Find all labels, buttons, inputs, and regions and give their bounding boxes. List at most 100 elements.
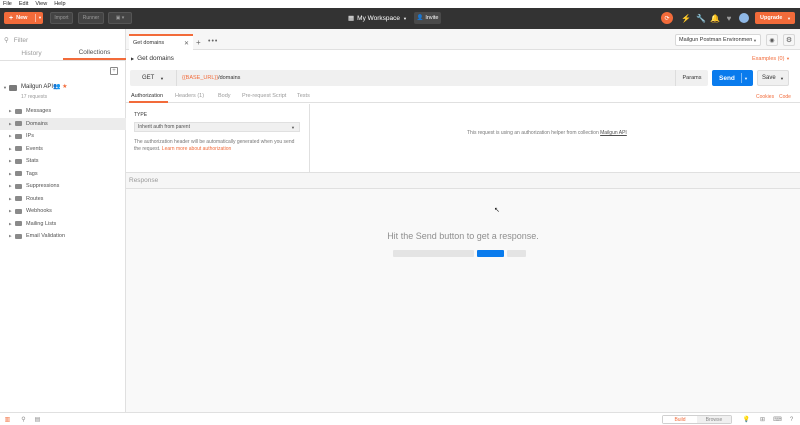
folder-item[interactable]: ▶ Webhooks [0,205,126,218]
params-button[interactable]: Params [675,70,708,86]
keyboard-icon[interactable]: ⌨ [773,416,782,423]
folder-item[interactable]: ▶ IPs [0,130,126,143]
folder-icon [15,208,22,214]
collection-item[interactable]: ▼ Mailgun API 👥 ★ 17 requests [0,80,126,102]
save-button[interactable]: Save ▼ [757,70,789,86]
new-window-button[interactable]: ▣ ▾ [108,12,132,24]
workspace-selector[interactable]: ▦ My Workspace ▼ [348,12,407,24]
bell-icon[interactable]: 🔔 [710,13,720,23]
gear-icon[interactable]: ⚙ [783,34,795,46]
layout-icon[interactable]: ⊞ [759,416,766,423]
chevron-down-icon[interactable]: ▼ [38,15,42,20]
menu-edit[interactable]: Edit [19,1,28,7]
params-label: Params [682,75,702,81]
satellite-icon[interactable]: ⚡ [681,13,691,23]
add-tab-icon[interactable]: + [196,38,201,47]
folder-item[interactable]: ▶ Suppressions [0,180,126,193]
caret-right-icon[interactable]: ▶ [9,172,12,176]
browse-button[interactable]: Browse [697,416,731,423]
environment-select[interactable]: Mailgun Postman Environmen ▼ [675,34,761,46]
examples-label: Examples (0) [752,56,785,62]
auth-type-select[interactable]: Inherit auth from parent ▼ [134,122,300,132]
tab-body[interactable]: Body [218,93,231,99]
url-input[interactable]: {{BASE_URL}}/domains [182,75,240,81]
new-collection-icon[interactable]: + [110,67,118,75]
caret-right-icon[interactable]: ▶ [9,184,12,188]
tab-tests[interactable]: Tests [297,93,310,99]
heart-icon[interactable]: ♥ [724,13,734,23]
caret-right-icon[interactable]: ▶ [131,56,134,61]
sidebar: ⚲ Filter History Collections + ▼ Mailgun… [0,29,126,412]
send-button[interactable]: Send ▼ [712,70,753,86]
collection-badges: 👥 ★ [53,83,68,90]
caret-right-icon[interactable]: ▶ [9,222,12,226]
method-select[interactable]: GET ▼ [130,70,177,86]
eye-icon[interactable]: ◉ [766,34,778,46]
caret-right-icon[interactable]: ▶ [9,197,12,201]
bootcamp-icon[interactable]: 💡 [743,416,750,423]
folder-name: Events [26,145,43,152]
help-icon[interactable]: ? [788,416,795,423]
more-icon[interactable]: ••• [208,38,218,45]
code-link[interactable]: Code [779,94,791,100]
search-icon[interactable]: ⚲ [20,416,27,423]
environment-label: Mailgun Postman Environmen [679,37,753,43]
collection-link[interactable]: Mailgun API [600,130,627,136]
console-icon[interactable]: ▤ [34,416,41,423]
caret-right-icon[interactable]: ▶ [9,159,12,163]
caret-right-icon[interactable]: ▶ [9,109,12,113]
folder-item[interactable]: ▶ Email Validation [0,230,126,243]
star-icon[interactable]: ★ [62,84,67,90]
wrench-icon[interactable]: 🔧 [696,13,706,23]
folder-item[interactable]: ▶ Domains [0,117,126,130]
folder-item[interactable]: ▶ Messages [0,105,126,118]
folder-item[interactable]: ▶ Tags [0,168,126,181]
tab-history[interactable]: History [0,47,63,60]
folder-item[interactable]: ▶ Mailing Lists [0,218,126,231]
learn-more-link[interactable]: Learn more about authorization [162,146,232,152]
runner-button[interactable]: Runner [78,12,104,24]
request-tab-bar: Get domains ✕ + ••• Mailgun Postman Envi… [126,29,800,50]
caret-right-icon[interactable]: ▶ [9,147,12,151]
request-tab[interactable]: Get domains ✕ [129,34,193,50]
tab-pre-request-script[interactable]: Pre-request Script [242,93,286,99]
folder-item[interactable]: ▶ Routes [0,193,126,206]
tab-authorization[interactable]: Authorization [131,93,163,99]
folder-icon [15,158,22,164]
new-button-label: New [16,15,28,21]
chevron-down-icon[interactable]: ▼ [780,76,784,81]
folder-name: Webhooks [26,208,52,215]
examples-dropdown[interactable]: Examples (0) ▼ [752,56,790,62]
sync-icon[interactable]: ⟳ [661,12,673,24]
tab-collections[interactable]: Collections [63,47,126,60]
team-icon: 👥 [53,84,61,90]
menu-help[interactable]: Help [54,1,65,7]
chevron-down-icon[interactable]: ▼ [744,76,748,81]
folder-name: Stats [26,158,39,165]
invite-button[interactable]: 👤 Invite [414,12,441,24]
folder-item[interactable]: ▶ Stats [0,155,126,168]
avatar[interactable] [739,13,749,23]
auth-type-value: Inherit auth from parent [138,124,190,130]
caret-right-icon[interactable]: ▶ [9,209,12,213]
build-button[interactable]: Build [663,416,697,423]
new-button[interactable]: + New ▼ [4,12,43,24]
mouse-cursor-icon: ↖ [494,207,500,214]
caret-right-icon[interactable]: ▶ [9,122,12,126]
folder-item[interactable]: ▶ Events [0,143,126,156]
upgrade-button[interactable]: Upgrade ▼ [755,12,795,24]
menu-view[interactable]: View [35,1,47,7]
request-subtabs: Authorization Headers (1) Body Pre-reque… [126,89,800,103]
sidebar-toggle-icon[interactable]: ▥ [4,416,11,423]
caret-down-icon[interactable]: ▼ [3,85,7,90]
folder-name: Tags [26,170,38,177]
tab-headers[interactable]: Headers (1) [175,93,204,99]
import-button[interactable]: Import [50,12,73,24]
caret-right-icon[interactable]: ▶ [9,134,12,138]
cookies-link[interactable]: Cookies [756,94,774,100]
close-icon[interactable]: ✕ [184,40,189,47]
menu-file[interactable]: File [3,1,12,7]
caret-right-icon[interactable]: ▶ [9,234,12,238]
filter-input[interactable]: ⚲ Filter [4,35,122,45]
chevron-down-icon: ▼ [160,75,164,81]
